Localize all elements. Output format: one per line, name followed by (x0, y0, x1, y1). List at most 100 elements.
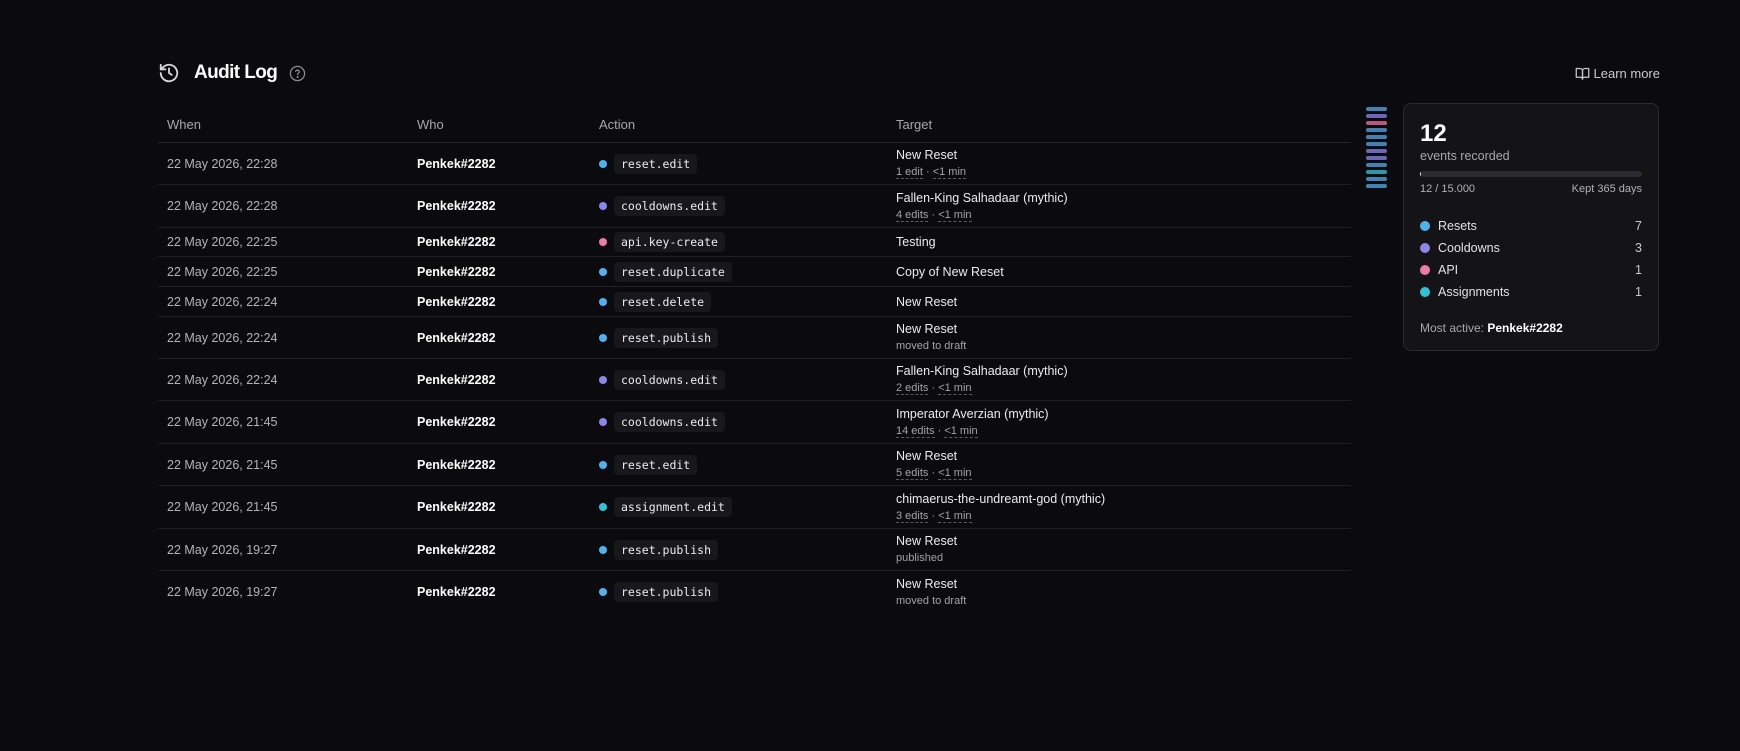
minimap-bar[interactable] (1366, 135, 1387, 139)
table-row[interactable]: 22 May 2026, 21:45 Penkek#2282 reset.edi… (158, 444, 1351, 486)
table-row[interactable]: 22 May 2026, 22:24 Penkek#2282 reset.del… (158, 287, 1351, 317)
row-action: reset.publish (590, 582, 887, 602)
column-target: Target (896, 116, 933, 132)
most-active: Most active: Penkek#2282 (1420, 321, 1642, 335)
learn-more-label: Learn more (1593, 65, 1660, 81)
row-who: Penkek#2282 (417, 330, 496, 345)
target-name: New Reset (896, 148, 958, 162)
row-action: cooldowns.edit (590, 196, 887, 216)
legend-value: 1 (1635, 263, 1642, 277)
row-when: 22 May 2026, 22:25 (167, 264, 278, 279)
legend-dot-icon (1420, 243, 1430, 253)
quota-text: 12 / 15.000 (1420, 183, 1476, 195)
row-target: Imperator Averzian (mythic) 14 edits · <… (887, 406, 1351, 439)
row-when: 22 May 2026, 19:27 (167, 542, 278, 557)
minimap-bar[interactable] (1366, 142, 1387, 146)
minimap-bar[interactable] (1366, 156, 1387, 160)
page-title: Audit Log (194, 62, 278, 83)
row-who: Penkek#2282 (417, 199, 496, 213)
row-when: 22 May 2026, 22:24 (167, 372, 278, 387)
legend-dot-icon (1420, 287, 1430, 297)
minimap-bar[interactable] (1366, 149, 1387, 153)
minimap-bar[interactable] (1366, 114, 1387, 118)
category-dot-icon (599, 297, 607, 306)
event-count: 12 (1420, 120, 1447, 147)
category-dot-icon (599, 333, 607, 342)
minimap-bar[interactable] (1366, 170, 1387, 174)
action-code: cooldowns.edit (614, 412, 725, 432)
retention-text: Kept 365 days (1571, 183, 1642, 195)
row-target: New Reset moved to draft (887, 321, 1351, 354)
table-row[interactable]: 22 May 2026, 22:28 Penkek#2282 reset.edi… (158, 143, 1351, 185)
row-when: 22 May 2026, 22:24 (167, 294, 278, 309)
table-row[interactable]: 22 May 2026, 19:27 Penkek#2282 reset.pub… (158, 529, 1351, 571)
row-target: New Reset published (887, 533, 1351, 566)
row-when: 22 May 2026, 22:25 (167, 235, 278, 249)
table-body: 22 May 2026, 22:28 Penkek#2282 reset.edi… (158, 143, 1351, 613)
legend-label: Resets (1438, 219, 1477, 233)
category-dot-icon (599, 202, 607, 210)
legend-label: Cooldowns (1438, 241, 1500, 255)
event-count-label: events recorded (1420, 149, 1510, 163)
action-code: cooldowns.edit (614, 196, 725, 216)
legend-value: 7 (1635, 219, 1642, 233)
legend-value: 3 (1635, 241, 1642, 255)
row-who: Penkek#2282 (417, 294, 496, 309)
table-row[interactable]: 22 May 2026, 22:25 Penkek#2282 reset.dup… (158, 257, 1351, 287)
action-code: reset.edit (614, 153, 698, 174)
row-who: Penkek#2282 (417, 235, 496, 249)
row-target: New Reset (887, 294, 1351, 310)
row-action: reset.delete (590, 291, 887, 312)
row-when: 22 May 2026, 21:45 (167, 415, 278, 429)
row-action: reset.publish (590, 539, 887, 560)
target-name: New Reset (896, 294, 958, 309)
row-target: Testing (887, 234, 1351, 250)
minimap-bar[interactable] (1366, 177, 1387, 181)
table-row[interactable]: 22 May 2026, 22:24 Penkek#2282 cooldowns… (158, 359, 1351, 401)
help-circle-icon[interactable] (289, 65, 306, 82)
target-name: New Reset (896, 534, 958, 548)
column-action: Action (599, 116, 636, 132)
minimap-bar[interactable] (1366, 121, 1387, 125)
minimap-bar[interactable] (1366, 107, 1387, 111)
most-active-user: Penkek#2282 (1487, 321, 1563, 335)
stats-card: 12 events recorded 12 / 15.000 Kept 365 … (1403, 103, 1659, 351)
row-who: Penkek#2282 (417, 264, 496, 279)
row-when: 22 May 2026, 19:27 (167, 585, 278, 599)
target-name: Testing (896, 235, 936, 249)
target-detail: moved to draft (896, 594, 967, 607)
row-who: Penkek#2282 (417, 415, 496, 429)
minimap-bar[interactable] (1366, 128, 1387, 132)
target-detail: 1 edit · <1 min (896, 166, 967, 179)
legend-dot-icon (1420, 221, 1430, 231)
table-row[interactable]: 22 May 2026, 21:45 Penkek#2282 cooldowns… (158, 401, 1351, 444)
row-target: Copy of New Reset (887, 264, 1351, 280)
target-detail: published (896, 552, 944, 564)
row-who: Penkek#2282 (417, 500, 496, 514)
target-detail: 14 edits · <1 min (896, 424, 978, 438)
row-action: assignment.edit (590, 497, 887, 517)
table-row[interactable]: 22 May 2026, 22:24 Penkek#2282 reset.pub… (158, 317, 1351, 359)
minimap-bar[interactable] (1366, 163, 1387, 167)
legend-item: Cooldowns 3 (1420, 237, 1642, 259)
table-row[interactable]: 22 May 2026, 22:25 Penkek#2282 api.key-c… (158, 228, 1351, 257)
target-detail: 3 edits · <1 min (896, 509, 972, 523)
row-who: Penkek#2282 (417, 585, 496, 599)
legend-item: Resets 7 (1420, 215, 1642, 237)
row-target: New Reset moved to draft (887, 576, 1351, 609)
table-row[interactable]: 22 May 2026, 22:28 Penkek#2282 cooldowns… (158, 185, 1351, 228)
minimap-bar[interactable] (1366, 184, 1387, 188)
row-target: chimaerus-the-undreamt-god (mythic) 3 ed… (887, 491, 1351, 524)
row-who: Penkek#2282 (417, 542, 496, 557)
legend-dot-icon (1420, 265, 1430, 275)
timeline-minimap[interactable] (1366, 107, 1387, 188)
row-action: api.key-create (590, 232, 887, 252)
target-detail: moved to draft (896, 340, 967, 352)
action-code: reset.publish (614, 582, 719, 602)
learn-more-link[interactable]: Learn more (1575, 66, 1660, 81)
table-row[interactable]: 22 May 2026, 19:27 Penkek#2282 reset.pub… (158, 571, 1351, 613)
table-row[interactable]: 22 May 2026, 21:45 Penkek#2282 assignmen… (158, 486, 1351, 529)
row-action: reset.publish (590, 327, 887, 348)
row-action: reset.edit (590, 153, 887, 174)
legend-label: API (1438, 263, 1459, 277)
